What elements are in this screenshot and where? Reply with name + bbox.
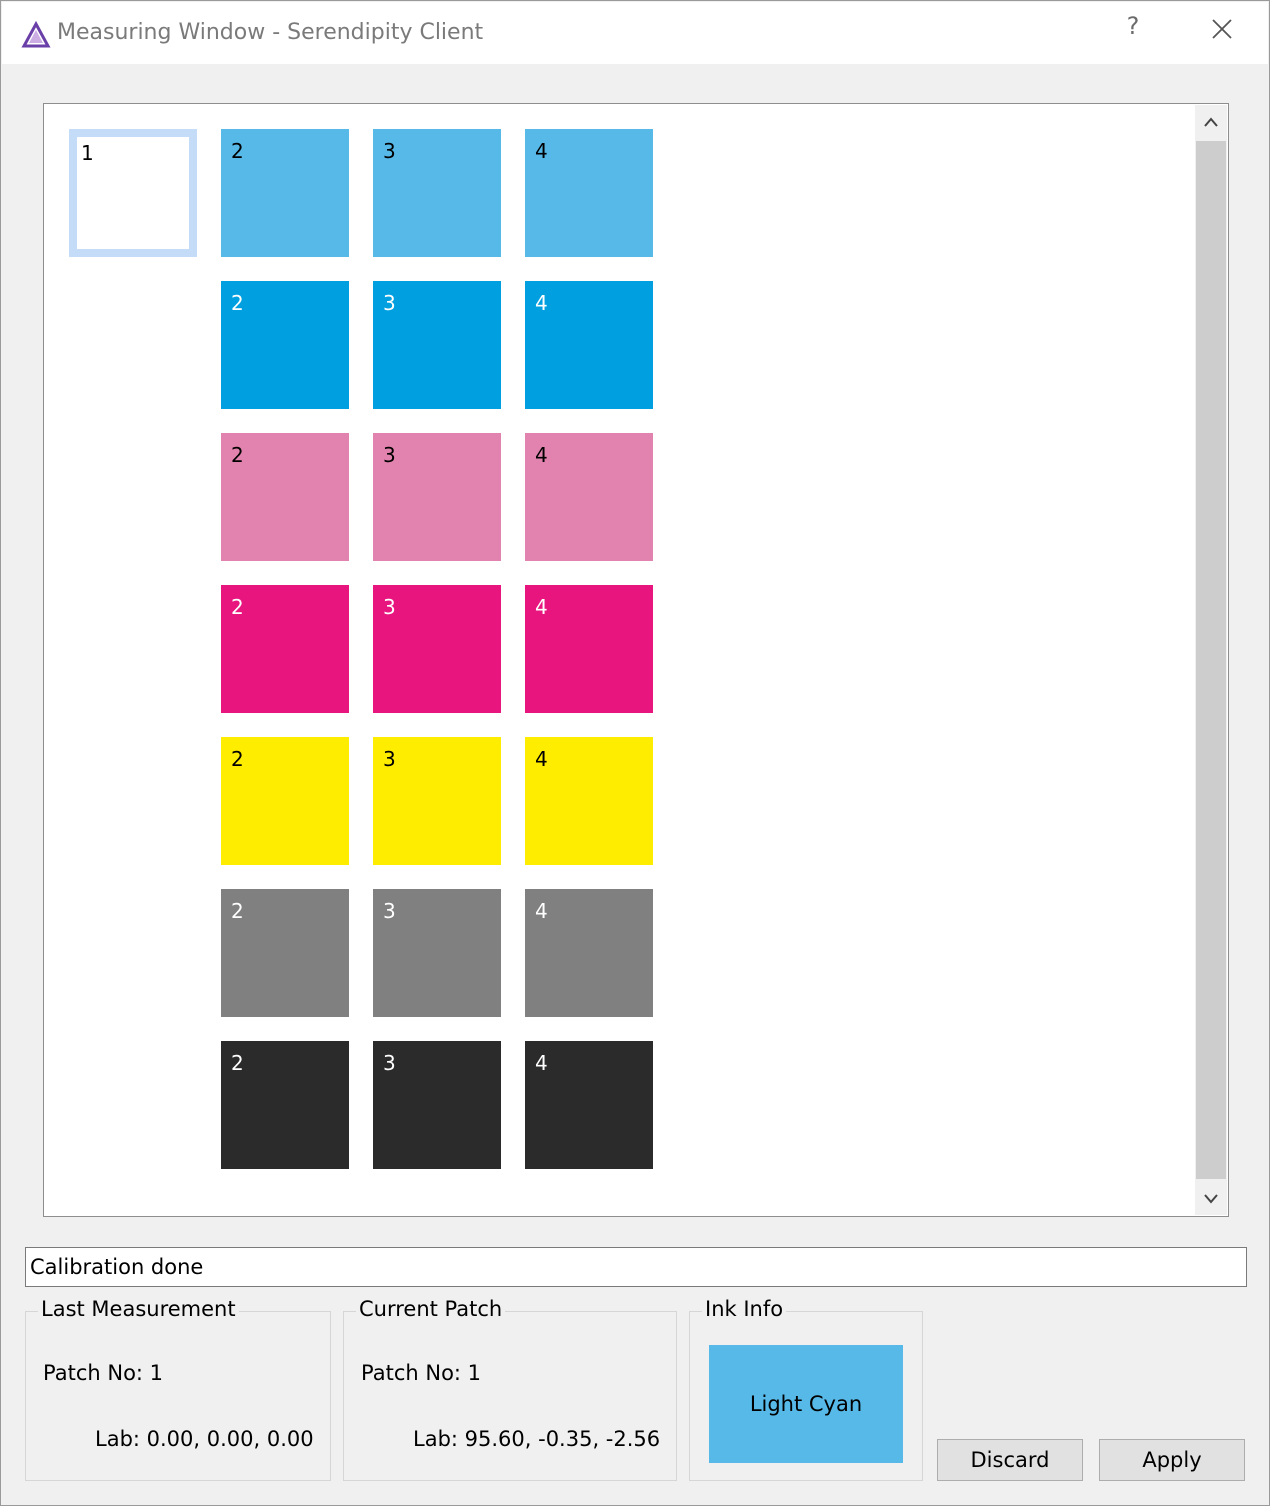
patch-label: 2 (231, 291, 244, 315)
patch-light-cyan-3[interactable]: 4 (525, 129, 653, 257)
patch-label: 2 (231, 899, 244, 923)
patch-light-magenta-3[interactable]: 4 (525, 433, 653, 561)
patch-magenta-1[interactable]: 2 (221, 585, 349, 713)
ink-info-group: Ink Info Light Cyan (689, 1297, 923, 1481)
patch-label: 4 (535, 747, 548, 771)
patch-cyan-1[interactable]: 2 (221, 281, 349, 409)
patch-label: 3 (383, 291, 396, 315)
patch-gray-2[interactable]: 3 (373, 889, 501, 1017)
group-title: Current Patch (356, 1297, 506, 1321)
patch-cyan-2[interactable]: 3 (373, 281, 501, 409)
last-patch-no: Patch No: 1 (43, 1361, 164, 1385)
title-bar[interactable]: Measuring Window - Serendipity Client ? (2, 2, 1268, 64)
patch-gray-1[interactable]: 2 (221, 889, 349, 1017)
patch-light-magenta-2[interactable]: 3 (373, 433, 501, 561)
patch-grid-panel: 1 2 3 4 2 3 4 2 3 4 2 3 4 2 3 4 2 3 4 2 3 4 (43, 103, 1229, 1217)
current-lab-values: Lab: 95.60, -0.35, -2.56 (413, 1427, 661, 1451)
ink-name: Light Cyan (749, 1392, 863, 1416)
chevron-up-icon[interactable] (1195, 105, 1227, 139)
patch-gray-3[interactable]: 4 (525, 889, 653, 1017)
close-icon[interactable] (1205, 14, 1237, 46)
patch-magenta-2[interactable]: 3 (373, 585, 501, 713)
help-button[interactable]: ? (1120, 12, 1146, 46)
chevron-down-icon[interactable] (1195, 1181, 1227, 1215)
patch-label: 3 (383, 1051, 396, 1075)
patch-label: 2 (231, 139, 244, 163)
patch-yellow-1[interactable]: 2 (221, 737, 349, 865)
patch-label: 4 (535, 595, 548, 619)
patch-label: 4 (535, 291, 548, 315)
patch-label: 1 (81, 141, 94, 165)
patch-label: 3 (383, 443, 396, 467)
patch-label: 2 (231, 595, 244, 619)
patch-light-cyan-2[interactable]: 3 (373, 129, 501, 257)
current-patch-group: Current Patch Patch No: 1 Lab: 95.60, -0… (343, 1297, 677, 1481)
patch-label: 2 (231, 443, 244, 467)
window-title: Measuring Window - Serendipity Client (57, 20, 484, 45)
patch-label: 3 (383, 139, 396, 163)
discard-button[interactable]: Discard (937, 1439, 1083, 1481)
patch-black-1[interactable]: 2 (221, 1041, 349, 1169)
apply-button[interactable]: Apply (1099, 1439, 1245, 1481)
last-lab-values: Lab: 0.00, 0.00, 0.00 (95, 1427, 314, 1451)
patch-label: 4 (535, 899, 548, 923)
serendipity-logo-icon (21, 21, 51, 48)
patch-label: 4 (535, 139, 548, 163)
vertical-scrollbar[interactable] (1195, 105, 1227, 1215)
patch-label: 2 (231, 1051, 244, 1075)
patch-label: 2 (231, 747, 244, 771)
patch-black-2[interactable]: 3 (373, 1041, 501, 1169)
patch-yellow-3[interactable]: 4 (525, 737, 653, 865)
patch-label: 3 (383, 899, 396, 923)
current-patch-no: Patch No: 1 (361, 1361, 482, 1385)
patch-label: 4 (535, 443, 548, 467)
patch-label: 3 (383, 595, 396, 619)
patch-yellow-2[interactable]: 3 (373, 737, 501, 865)
group-title: Ink Info (702, 1297, 787, 1321)
patch-cyan-3[interactable]: 4 (525, 281, 653, 409)
patch-label: 3 (383, 747, 396, 771)
ink-color-swatch: Light Cyan (709, 1345, 903, 1463)
measuring-window: Measuring Window - Serendipity Client ? … (0, 0, 1270, 1506)
patch-label: 4 (535, 1051, 548, 1075)
last-measurement-group: Last Measurement Patch No: 1 Lab: 0.00, … (25, 1297, 331, 1481)
patch-1[interactable]: 1 (69, 129, 197, 257)
scrollbar-thumb[interactable] (1196, 141, 1226, 1179)
patch-light-magenta-1[interactable]: 2 (221, 433, 349, 561)
patch-light-cyan-1[interactable]: 2 (221, 129, 349, 257)
patch-black-3[interactable]: 4 (525, 1041, 653, 1169)
patch-magenta-3[interactable]: 4 (525, 585, 653, 713)
status-field[interactable]: Calibration done (25, 1247, 1247, 1287)
group-title: Last Measurement (38, 1297, 239, 1321)
